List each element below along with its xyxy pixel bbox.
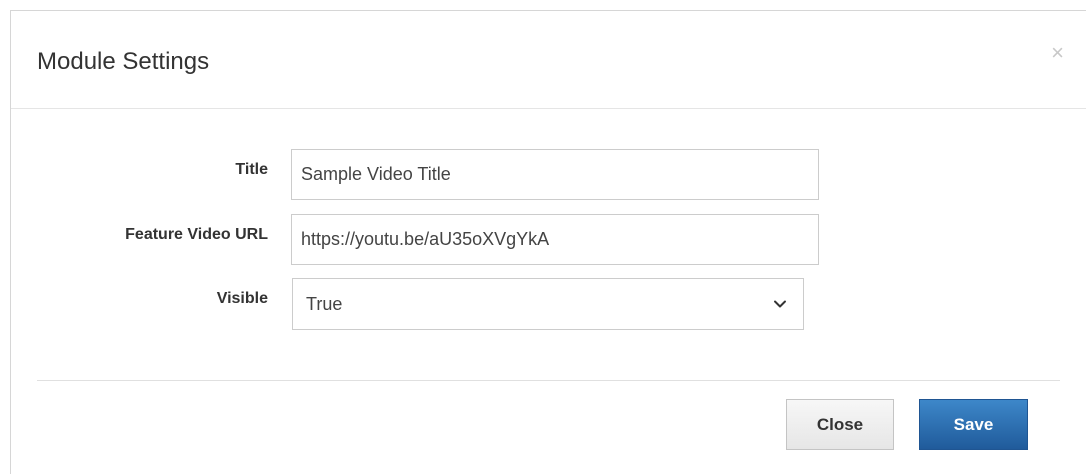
title-row: Title — [11, 149, 1086, 201]
modal-header: Module Settings × — [11, 11, 1086, 109]
title-input[interactable] — [291, 149, 819, 200]
feature-video-url-label: Feature Video URL — [125, 226, 268, 243]
feature-video-url-row: Feature Video URL — [11, 214, 1086, 266]
visible-select[interactable]: True — [292, 278, 804, 330]
visible-row: Visible True — [11, 278, 1086, 330]
module-settings-dialog: Module Settings × Title Feature Video UR… — [10, 10, 1086, 474]
close-button[interactable]: Close — [786, 399, 894, 450]
save-button[interactable]: Save — [919, 399, 1028, 450]
chevron-down-icon — [774, 300, 786, 308]
visible-select-value: True — [306, 294, 343, 314]
close-icon[interactable]: × — [1051, 41, 1064, 65]
feature-video-url-input[interactable] — [291, 214, 819, 265]
title-label: Title — [235, 161, 268, 178]
visible-label: Visible — [216, 290, 268, 307]
modal-title: Module Settings — [37, 48, 210, 75]
footer-divider — [37, 380, 1060, 381]
